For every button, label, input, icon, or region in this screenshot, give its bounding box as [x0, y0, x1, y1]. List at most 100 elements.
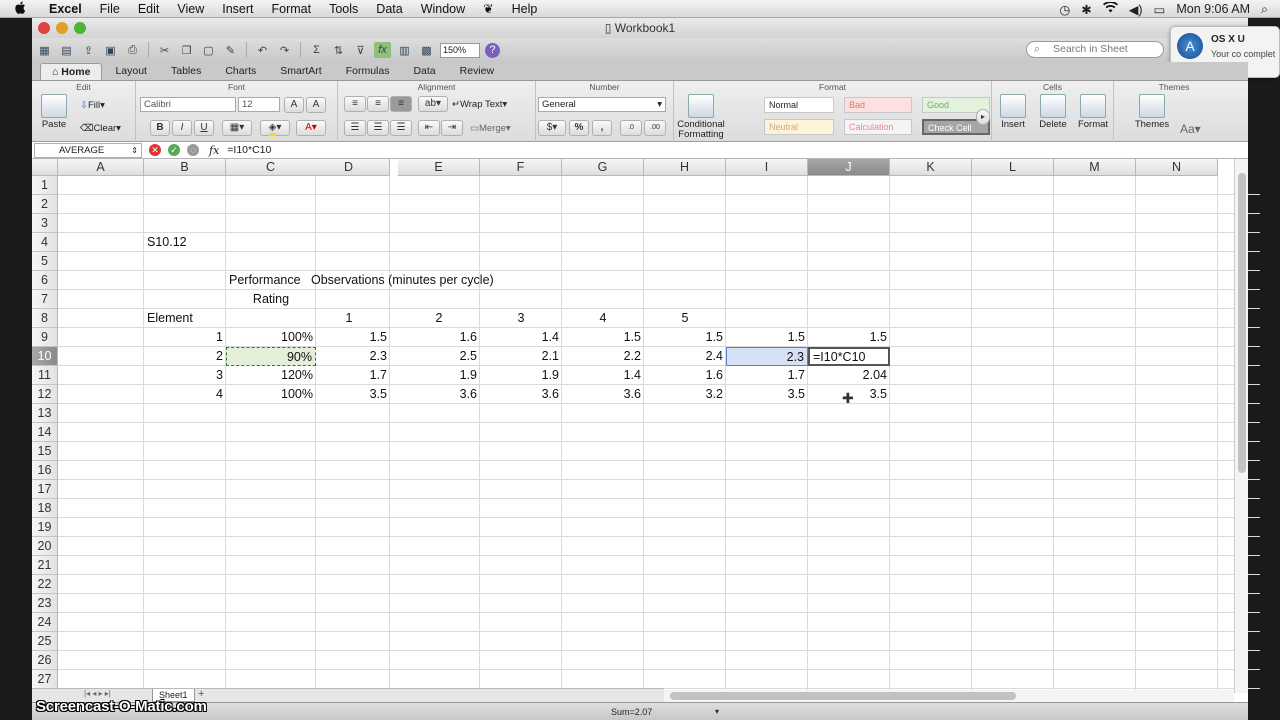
- insert-cells-button[interactable]: Insert: [996, 94, 1030, 130]
- tab-charts[interactable]: Charts: [214, 63, 267, 80]
- fx-icon[interactable]: fx: [209, 144, 219, 157]
- cell-c12[interactable]: 100%: [226, 385, 316, 404]
- row-header-2[interactable]: 2: [32, 195, 58, 214]
- bold-icon[interactable]: B: [150, 120, 170, 136]
- currency-icon[interactable]: $▾: [538, 120, 566, 136]
- theme-fonts-icon[interactable]: Aa▾: [1180, 121, 1201, 136]
- menu-data[interactable]: Data: [367, 2, 411, 16]
- name-box[interactable]: AVERAGE ⇕: [34, 142, 142, 158]
- row-header-23[interactable]: 23: [32, 594, 58, 613]
- cell-h10[interactable]: 2.4: [644, 347, 726, 366]
- cell-g11[interactable]: 1.4: [562, 366, 644, 385]
- row-header-5[interactable]: 5: [32, 252, 58, 271]
- row-header-11[interactable]: 11: [32, 366, 58, 385]
- row-header-9[interactable]: 9: [32, 328, 58, 347]
- vertical-scroll-thumb[interactable]: [1238, 173, 1246, 473]
- tab-tables[interactable]: Tables: [160, 63, 212, 80]
- column-header-m[interactable]: M: [1054, 159, 1136, 176]
- cell-d8[interactable]: 1: [308, 309, 390, 328]
- delete-cells-button[interactable]: Delete: [1036, 94, 1070, 130]
- row-header-18[interactable]: 18: [32, 499, 58, 518]
- cell-d6[interactable]: Observations (minutes per cycle): [308, 271, 558, 290]
- align-middle-icon[interactable]: ≡: [367, 96, 389, 112]
- cell-b4[interactable]: S10.12: [144, 233, 226, 252]
- cell-i11[interactable]: 1.7: [726, 366, 808, 385]
- underline-icon[interactable]: U: [194, 120, 214, 136]
- toolbox-icon[interactable]: ▩: [418, 42, 435, 58]
- menu-file[interactable]: File: [91, 2, 129, 16]
- tab-formulas[interactable]: Formulas: [335, 63, 401, 80]
- column-header-h[interactable]: H: [644, 159, 726, 176]
- cell-j9[interactable]: 1.5: [808, 328, 890, 347]
- style-bad[interactable]: Bad: [844, 97, 912, 113]
- row-header-3[interactable]: 3: [32, 214, 58, 233]
- paste-button[interactable]: Paste: [36, 94, 72, 130]
- themes-button[interactable]: Themes: [1132, 94, 1172, 130]
- row-header-16[interactable]: 16: [32, 461, 58, 480]
- cell-j11[interactable]: 2.04: [808, 366, 890, 385]
- cell-b12[interactable]: 4: [144, 385, 226, 404]
- column-header-n[interactable]: N: [1136, 159, 1218, 176]
- function-wizard-icon[interactable]: ◌: [187, 144, 199, 156]
- cell-c7[interactable]: Rating: [226, 290, 316, 309]
- cell-c10[interactable]: 90%: [226, 347, 316, 366]
- template-icon[interactable]: ▤: [58, 42, 75, 58]
- fill-color-icon[interactable]: ◈▾: [260, 120, 290, 136]
- tab-home[interactable]: ⌂ Home: [40, 63, 103, 80]
- clear-button[interactable]: ⌫ Clear ▾: [80, 121, 121, 136]
- column-header-e[interactable]: E: [398, 159, 480, 176]
- row-header-22[interactable]: 22: [32, 575, 58, 594]
- cell-h8[interactable]: 5: [644, 309, 726, 328]
- script-icon[interactable]: ❦: [474, 1, 502, 16]
- select-all-corner[interactable]: [32, 159, 58, 176]
- row-header-4[interactable]: 4: [32, 233, 58, 252]
- decrease-indent-icon[interactable]: ⇤: [418, 120, 440, 136]
- column-header-b[interactable]: B: [144, 159, 226, 176]
- volume-icon[interactable]: ◀): [1129, 2, 1143, 17]
- align-top-icon[interactable]: ≡: [344, 96, 366, 112]
- number-format-select[interactable]: General ▾: [538, 97, 666, 112]
- cell-e10[interactable]: 2.5: [398, 347, 480, 366]
- cell-i9[interactable]: 1.5: [726, 328, 808, 347]
- row-header-15[interactable]: 15: [32, 442, 58, 461]
- row-header-17[interactable]: 17: [32, 480, 58, 499]
- cell-f8[interactable]: 3: [480, 309, 562, 328]
- battery-icon[interactable]: ▭: [1154, 2, 1166, 17]
- redo-icon[interactable]: ↷: [276, 42, 293, 58]
- styles-next-icon[interactable]: ▸: [976, 109, 990, 125]
- row-header-8[interactable]: 8: [32, 309, 58, 328]
- gallery-icon[interactable]: ▥: [396, 42, 413, 58]
- tab-smartart[interactable]: SmartArt: [269, 63, 332, 80]
- apple-icon[interactable]: [0, 1, 40, 17]
- status-sum[interactable]: Sum=2.07 ▾: [609, 705, 721, 719]
- column-header-i[interactable]: I: [726, 159, 808, 176]
- row-header-19[interactable]: 19: [32, 518, 58, 537]
- cell-b9[interactable]: 1: [144, 328, 226, 347]
- column-header-f[interactable]: F: [480, 159, 562, 176]
- orientation-icon[interactable]: ab▾: [418, 96, 448, 112]
- font-name-select[interactable]: Calibri: [140, 97, 236, 112]
- row-header-21[interactable]: 21: [32, 556, 58, 575]
- cell-g8[interactable]: 4: [562, 309, 644, 328]
- decrease-decimal-icon[interactable]: .00: [644, 120, 666, 136]
- vertical-scrollbar[interactable]: [1234, 159, 1248, 693]
- cancel-formula-icon[interactable]: ✕: [149, 144, 161, 156]
- horizontal-scrollbar[interactable]: [664, 690, 1234, 702]
- row-header-12[interactable]: 12: [32, 385, 58, 404]
- tab-review[interactable]: Review: [449, 63, 505, 80]
- open-icon[interactable]: ⇪: [80, 42, 97, 58]
- cut-icon[interactable]: ✂: [156, 42, 173, 58]
- save-icon[interactable]: ▣: [102, 42, 119, 58]
- cell-g9[interactable]: 1.5: [562, 328, 644, 347]
- menu-tools[interactable]: Tools: [320, 2, 367, 16]
- cell-c11[interactable]: 120%: [226, 366, 316, 385]
- enter-formula-icon[interactable]: ✓: [168, 144, 180, 156]
- cell-g12[interactable]: 3.6: [562, 385, 644, 404]
- align-center-icon[interactable]: ☰: [367, 120, 389, 136]
- zoom-select[interactable]: 150%: [440, 42, 480, 58]
- wrap-text-button[interactable]: ↵ Wrap Text ▾: [452, 97, 507, 112]
- menu-edit[interactable]: Edit: [129, 2, 169, 16]
- spotlight-icon[interactable]: ⌕: [1261, 2, 1268, 17]
- menu-excel[interactable]: Excel: [40, 2, 91, 16]
- cell-e8[interactable]: 2: [398, 309, 480, 328]
